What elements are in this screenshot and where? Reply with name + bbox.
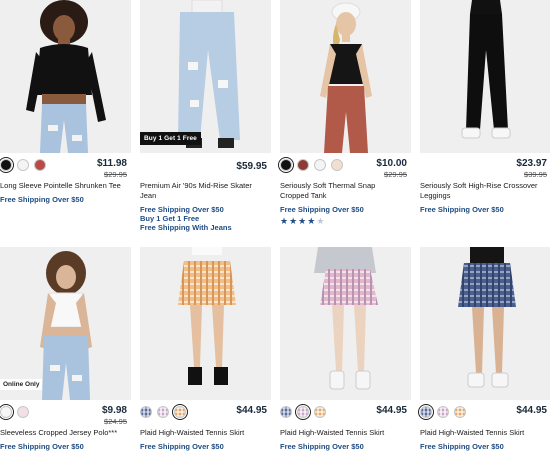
product-image[interactable] bbox=[280, 247, 411, 400]
star-rating[interactable]: ★★★★★ bbox=[280, 216, 411, 227]
color-swatch-pink[interactable] bbox=[17, 406, 29, 418]
color-swatch-cream[interactable] bbox=[331, 159, 343, 171]
color-swatch-plaid-blue[interactable] bbox=[280, 406, 292, 418]
color-swatch-plaid-pink[interactable] bbox=[295, 404, 311, 420]
color-swatch-black[interactable] bbox=[0, 157, 14, 173]
bogo-promo: Buy 1 Get 1 Free bbox=[140, 214, 200, 223]
color-swatch-plaid-orange[interactable] bbox=[314, 406, 326, 418]
shipping-promo: Free Shipping Over $50 bbox=[280, 442, 364, 451]
product-card[interactable]: $44.95 Plaid High-Waisted Tennis Skirt F… bbox=[418, 247, 550, 451]
product-card[interactable]: Buy 1 Get 1 Free $59.95 Premium Air '90s… bbox=[140, 0, 271, 232]
product-title[interactable]: Seriously Soft High-Rise Crossover Leggi… bbox=[420, 181, 550, 201]
product-image[interactable] bbox=[280, 0, 411, 153]
color-swatch-plaid-blue[interactable] bbox=[418, 404, 434, 420]
color-swatch-plaid-pink[interactable] bbox=[157, 406, 169, 418]
bogo-badge: Buy 1 Get 1 Free bbox=[140, 132, 201, 145]
price: $44.95 bbox=[516, 405, 547, 416]
price: $59.95 bbox=[236, 161, 267, 172]
product-image[interactable] bbox=[420, 247, 550, 400]
product-title[interactable]: Seriously Soft Thermal Snap Cropped Tank bbox=[280, 181, 411, 201]
shipping-promo: Free Shipping Over $50 bbox=[0, 195, 84, 204]
product-card[interactable]: $44.95 Plaid High-Waisted Tennis Skirt F… bbox=[140, 247, 271, 451]
product-card[interactable]: $11.98 $29.95 Long Sleeve Pointelle Shru… bbox=[0, 0, 131, 204]
color-swatch-plaid-pink[interactable] bbox=[437, 406, 449, 418]
shipping-promo: Free Shipping Over $50 bbox=[420, 442, 504, 451]
star-filled-icon: ★ bbox=[307, 216, 317, 226]
model-photo bbox=[140, 0, 271, 153]
star-filled-icon: ★ bbox=[298, 216, 308, 226]
shipping-promo: Free Shipping Over $50 bbox=[0, 442, 84, 451]
original-price: $29.95 bbox=[384, 170, 407, 179]
promo-lines: Free Shipping Over $50 Buy 1 Get 1 Free … bbox=[140, 205, 271, 232]
product-image[interactable] bbox=[140, 247, 271, 400]
color-swatch-plaid-orange[interactable] bbox=[454, 406, 466, 418]
jeans-promo: Free Shipping With Jeans bbox=[140, 223, 232, 232]
model-photo bbox=[420, 0, 550, 153]
product-image[interactable] bbox=[420, 0, 550, 153]
shipping-promo: Free Shipping Over $50 bbox=[420, 205, 504, 214]
color-swatch-plaid-orange[interactable] bbox=[172, 404, 188, 420]
color-swatch-brick[interactable] bbox=[297, 159, 309, 171]
color-swatch-plaid-blue[interactable] bbox=[140, 406, 152, 418]
product-card[interactable]: $23.97 $39.95 Seriously Soft High-Rise C… bbox=[420, 0, 550, 214]
original-price: $29.95 bbox=[104, 170, 127, 179]
sale-price: $9.98 bbox=[101, 405, 127, 416]
color-swatch-white[interactable] bbox=[17, 159, 29, 171]
star-filled-icon: ★ bbox=[289, 216, 299, 226]
model-photo bbox=[420, 247, 550, 400]
sale-price: $11.98 bbox=[96, 158, 127, 169]
star-empty-icon: ★ bbox=[316, 216, 326, 226]
product-title[interactable]: Plaid High-Waisted Tennis Skirt bbox=[280, 428, 411, 438]
price: $44.95 bbox=[376, 405, 407, 416]
sale-price: $23.97 bbox=[516, 158, 547, 169]
color-swatch-red[interactable] bbox=[34, 159, 46, 171]
original-price: $24.95 bbox=[104, 417, 127, 426]
product-title[interactable]: Plaid High-Waisted Tennis Skirt bbox=[420, 428, 550, 438]
color-swatch-black[interactable] bbox=[278, 157, 294, 173]
product-title[interactable]: Sleeveless Cropped Jersey Polo*** bbox=[0, 428, 131, 438]
product-image[interactable] bbox=[0, 0, 131, 153]
product-title[interactable]: Plaid High-Waisted Tennis Skirt bbox=[140, 428, 271, 438]
model-photo bbox=[140, 247, 271, 400]
original-price: $39.95 bbox=[524, 170, 547, 179]
star-filled-icon: ★ bbox=[280, 216, 290, 226]
price: $44.95 bbox=[236, 405, 267, 416]
product-card[interactable]: $44.95 Plaid High-Waisted Tennis Skirt F… bbox=[280, 247, 411, 451]
sale-price: $10.00 bbox=[376, 158, 407, 169]
color-swatch-white[interactable] bbox=[314, 159, 326, 171]
model-photo bbox=[0, 247, 131, 400]
online-only-badge: Online Only bbox=[0, 379, 43, 390]
shipping-promo: Free Shipping Over $50 bbox=[280, 205, 364, 214]
product-image[interactable]: Buy 1 Get 1 Free bbox=[140, 0, 271, 153]
shipping-promo: Free Shipping Over $50 bbox=[140, 442, 224, 451]
product-image[interactable]: Online Only bbox=[0, 247, 131, 400]
model-photo bbox=[280, 0, 411, 153]
model-photo bbox=[0, 0, 131, 153]
product-title[interactable]: Long Sleeve Pointelle Shrunken Tee bbox=[0, 181, 131, 191]
product-card[interactable]: $10.00 $29.95 Seriously Soft Thermal Sna… bbox=[278, 0, 411, 227]
model-photo bbox=[280, 247, 411, 400]
color-swatch-white[interactable] bbox=[0, 404, 14, 420]
product-card[interactable]: Online Only $9.98 $24.95 Sleeveless Crop… bbox=[0, 247, 131, 451]
product-title[interactable]: Premium Air '90s Mid-Rise Skater Jean bbox=[140, 181, 271, 201]
shipping-promo: Free Shipping Over $50 bbox=[140, 205, 224, 214]
